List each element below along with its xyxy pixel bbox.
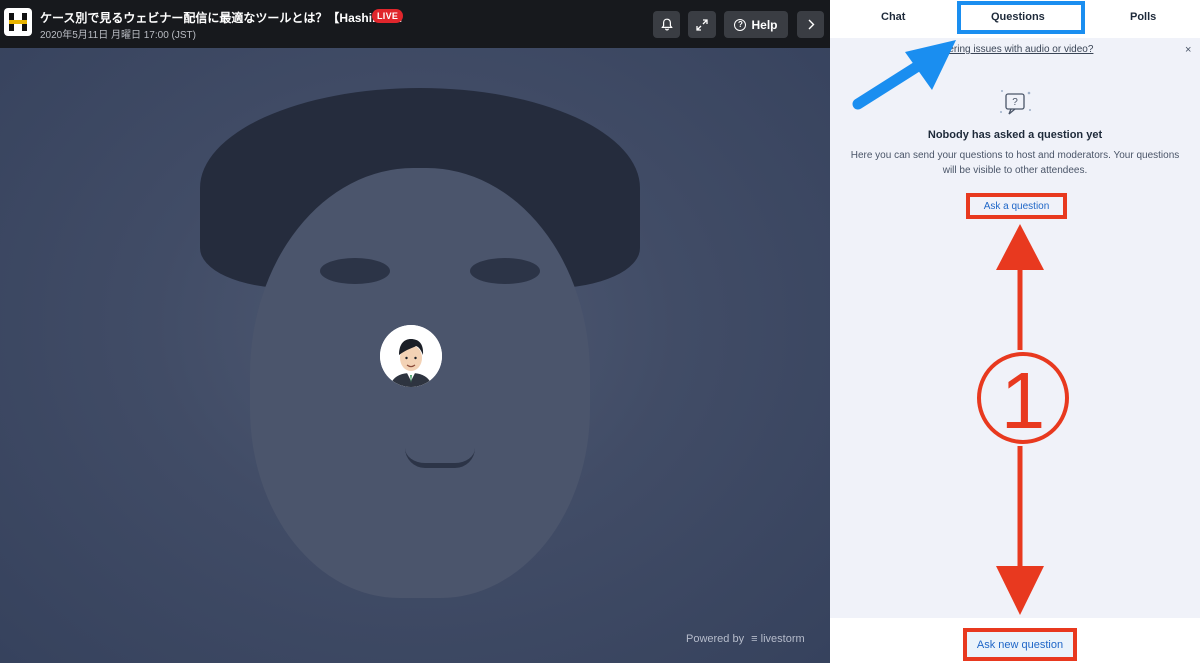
empty-state-description: Here you can send your questions to host… bbox=[850, 150, 1180, 176]
video-pane: ケース別で見るウェビナー配信に最適なツールとは？【Hashikak... LIV… bbox=[0, 0, 830, 663]
question-bubble-icon: ? bbox=[1000, 90, 1031, 115]
chevron-right-icon bbox=[808, 19, 814, 30]
top-bar: ケース別で見るウェビナー配信に最適なツールとは？【Hashikak... LIV… bbox=[0, 0, 830, 48]
speaker-avatar bbox=[380, 325, 442, 387]
tab-chat[interactable]: Chat bbox=[881, 11, 905, 23]
help-icon: ? bbox=[734, 18, 747, 31]
live-badge: LIVE bbox=[372, 9, 404, 23]
svg-text:?: ? bbox=[1012, 97, 1018, 108]
video-figure-eye bbox=[320, 258, 390, 284]
video-figure-mouth bbox=[405, 448, 475, 468]
screen: ケース別で見るウェビナー配信に最適なツールとは？【Hashikak... LIV… bbox=[0, 0, 1200, 663]
panel-tabs: Chat Questions Polls bbox=[830, 0, 1200, 38]
collapse-panel-button[interactable] bbox=[797, 11, 824, 38]
video-figure-eye bbox=[470, 258, 540, 284]
bell-icon bbox=[660, 18, 673, 31]
side-panel: Chat Questions Polls ntering issues with… bbox=[830, 0, 1200, 663]
ask-question-label: Ask a question bbox=[983, 200, 1050, 212]
close-icon[interactable]: × bbox=[1185, 44, 1191, 56]
ask-new-question-button[interactable]: Ask new question bbox=[963, 628, 1077, 661]
brand-logo bbox=[4, 8, 32, 36]
powered-label: Powered by bbox=[686, 633, 745, 645]
empty-state-title: Nobody has asked a question yet bbox=[927, 129, 1103, 141]
event-date: 2020年5月11日 月曜日 17:00 (JST) bbox=[40, 30, 196, 41]
audio-video-issues-link[interactable]: ntering issues with audio or video? bbox=[940, 44, 1093, 55]
help-button[interactable]: ? Help bbox=[724, 11, 788, 38]
notifications-button[interactable] bbox=[653, 11, 680, 38]
questions-tab-highlight bbox=[957, 1, 1085, 34]
fullscreen-button[interactable] bbox=[688, 11, 716, 38]
event-title: ケース別で見るウェビナー配信に最適なツールとは？【Hashikak... bbox=[40, 11, 403, 25]
livestorm-logo: ≡ livestorm bbox=[751, 633, 805, 645]
tab-polls[interactable]: Polls bbox=[1130, 11, 1156, 23]
help-label: Help bbox=[751, 17, 778, 32]
expand-icon bbox=[696, 18, 708, 31]
ask-new-question-label: Ask new question bbox=[976, 638, 1064, 651]
powered-by: Powered by ≡ livestorm bbox=[686, 633, 805, 645]
ask-question-button[interactable]: Ask a question bbox=[966, 193, 1067, 219]
